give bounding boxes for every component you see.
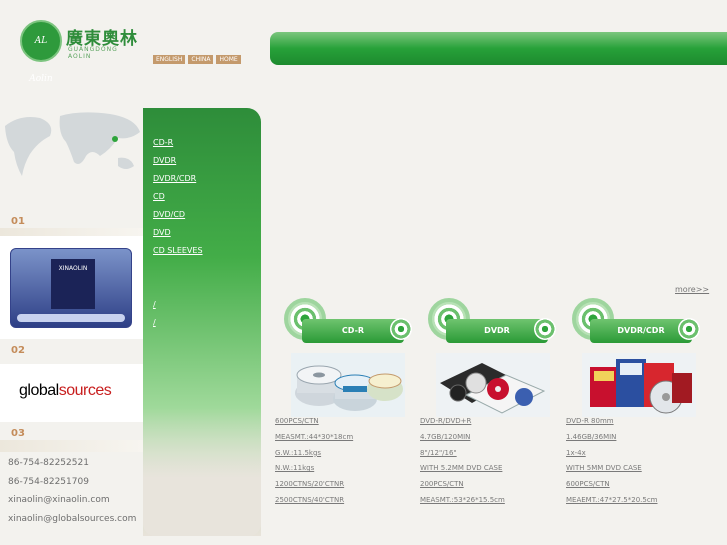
more-link[interactable]: more>> (675, 285, 709, 294)
product-header: DVDR (428, 298, 556, 350)
spec-item[interactable]: MEASMT.:44*30*18cm (275, 433, 353, 449)
contact-fax: 86-754-82251709 (8, 476, 89, 487)
spec-item[interactable]: DVD-R 80mm (566, 417, 658, 433)
spec-item[interactable]: 600PCS/CTN (566, 480, 658, 496)
product-nav: CD-R DVDR DVDR/CDR CD DVD/CD DVD CD SLEE… (143, 108, 261, 536)
product-title: CD-R (302, 319, 404, 343)
software-screenshot[interactable]: XINAOLIN (0, 236, 143, 339)
media-player-image: XINAOLIN (10, 248, 132, 328)
spec-item[interactable]: MEAEMT.:47*27.5*20.5cm (566, 496, 658, 512)
page: AL Aolin 廣東奧林 GUANGDONG AOLIN ENGLISH CH… (0, 0, 727, 545)
contact-email[interactable]: xinaolin@xinaolin.com (8, 491, 136, 510)
product-card-dvdr[interactable]: DVDR (428, 298, 556, 350)
logo-english-name: GUANGDONG AOLIN (68, 46, 118, 60)
global-sources-logo: globalsources (19, 382, 112, 400)
company-logo[interactable]: AL Aolin 廣東奧林 GUANGDONG AOLIN (20, 20, 140, 84)
spec-item[interactable]: 1200CTNS/20'CTNR (275, 480, 353, 496)
product-card-cd-r[interactable]: CD-R (284, 298, 412, 350)
nav-item-cd-sleeves[interactable]: CD SLEEVES (153, 245, 203, 263)
section-number-03: 03 (11, 428, 25, 439)
spec-item[interactable]: 200PCS/CTN (420, 480, 505, 496)
logo-mark: AL Aolin (20, 20, 62, 84)
spec-item[interactable]: G.W.:11.5kgs (275, 449, 353, 465)
nav-item-dvd-cd[interactable]: DVD/CD (153, 209, 203, 227)
section-number-01: 01 (11, 216, 25, 227)
nav-item-cd[interactable]: CD (153, 191, 203, 209)
nav-item[interactable] (153, 281, 203, 299)
disc-ring-icon (390, 318, 412, 340)
global-sources-banner[interactable]: globalsources (0, 364, 143, 422)
nav-fade (143, 408, 261, 536)
player-screen-label: XINAOLIN (51, 259, 95, 309)
home-button[interactable]: HOME (216, 55, 241, 64)
product-specs-cd-r: 600PCS/CTN MEASMT.:44*30*18cm G.W.:11.5k… (275, 417, 353, 512)
location-marker-icon (112, 136, 118, 142)
contact-phone: 86-754-82252521 (8, 458, 89, 468)
language-switcher: ENGLISH CHINA HOME (153, 55, 241, 64)
nav-list: CD-R DVDR DVDR/CDR CD DVD/CD DVD CD SLEE… (153, 137, 203, 353)
global-sources-logo-part2: sources (58, 382, 112, 399)
nav-item[interactable]: / (153, 317, 203, 335)
spec-item[interactable]: 4.7GB/120MIN (420, 433, 505, 449)
global-sources-logo-part1: global (19, 382, 59, 399)
spec-item[interactable]: 1x-4x (566, 449, 658, 465)
spec-item[interactable]: DVD-R/DVD+R (420, 417, 505, 433)
spec-item[interactable]: WITH 5MM DVD CASE (566, 464, 658, 480)
world-map-image (5, 112, 140, 176)
product-title: DVDR/CDR (590, 319, 692, 343)
contact-email-alt[interactable]: xinaolin@globalsources.com (8, 510, 136, 529)
section-divider (0, 440, 143, 452)
header-banner (270, 32, 727, 65)
lang-china-button[interactable]: CHINA (188, 55, 214, 64)
product-image-cd-r[interactable] (291, 353, 405, 417)
nav-item[interactable] (153, 263, 203, 281)
section-number-02: 02 (11, 345, 25, 356)
spec-item[interactable]: N.W.:11kgs (275, 464, 353, 480)
spec-item[interactable]: 2500CTNS/40'CTNR (275, 496, 353, 512)
spec-item[interactable]: MEASMT.:53*26*15.5cm (420, 496, 505, 512)
product-header: CD-R (284, 298, 412, 350)
spec-item[interactable]: WITH 5.2MM DVD CASE (420, 464, 505, 480)
contact-info: 86-754-82252521 86-754-82251709 xinaolin… (8, 454, 136, 529)
product-card-dvdr-cdr[interactable]: DVDR/CDR (572, 298, 700, 350)
product-specs-dvdr: DVD-R/DVD+R 4.7GB/120MIN 8"/12"/16" WITH… (420, 417, 505, 512)
nav-item-dvd[interactable]: DVD (153, 227, 203, 245)
spec-item[interactable]: 1.46GB/36MIN (566, 433, 658, 449)
product-image-dvdr[interactable] (436, 353, 550, 417)
nav-item-dvdr[interactable]: DVDR (153, 155, 203, 173)
product-specs-dvdr-cdr: DVD-R 80mm 1.46GB/36MIN 1x-4x WITH 5MM D… (566, 417, 658, 512)
lang-english-button[interactable]: ENGLISH (153, 55, 186, 64)
nav-item-cd-r[interactable]: CD-R (153, 137, 203, 155)
player-controls (17, 314, 125, 322)
nav-item[interactable]: / (153, 299, 203, 317)
disc-ring-icon (534, 318, 556, 340)
spec-item[interactable]: 600PCS/CTN (275, 417, 353, 433)
product-header: DVDR/CDR (572, 298, 700, 350)
nav-item-dvdr-cdr[interactable]: DVDR/CDR (153, 173, 203, 191)
product-image-dvdr-cdr[interactable] (582, 353, 696, 417)
spec-item[interactable]: 8"/12"/16" (420, 449, 505, 465)
product-title: DVDR (446, 319, 548, 343)
nav-item[interactable] (153, 335, 203, 353)
disc-ring-icon (678, 318, 700, 340)
